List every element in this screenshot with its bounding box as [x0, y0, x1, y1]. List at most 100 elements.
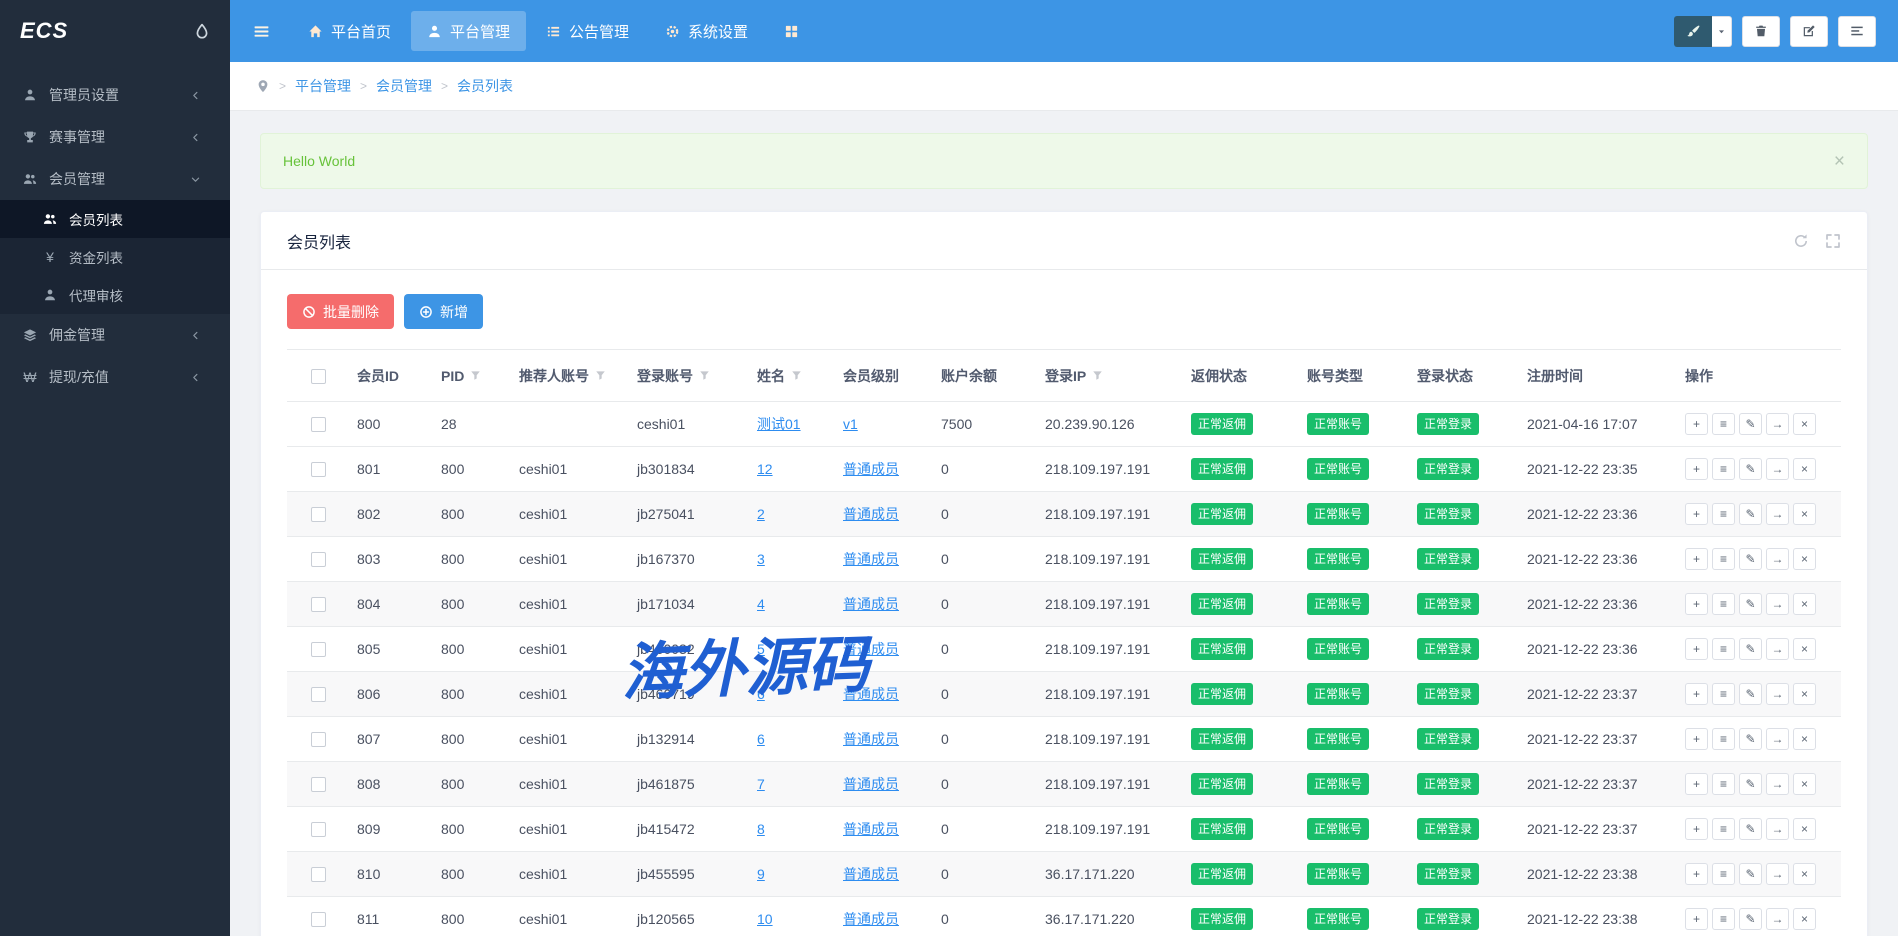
sidebar-item[interactable]: 赛事管理: [0, 116, 230, 158]
row-checkbox[interactable]: [310, 867, 326, 883]
sidebar-item[interactable]: 佣金管理: [0, 314, 230, 356]
action-plus-button[interactable]: +: [1685, 818, 1708, 840]
action-plus-button[interactable]: +: [1685, 683, 1708, 705]
level-link[interactable]: 普通成员: [843, 506, 899, 522]
action-forward-button[interactable]: →: [1766, 593, 1789, 615]
action-edit-button[interactable]: ✎: [1739, 863, 1762, 885]
action-edit-button[interactable]: ✎: [1739, 728, 1762, 750]
action-forward-button[interactable]: →: [1766, 863, 1789, 885]
filter-icon[interactable]: [699, 370, 710, 381]
action-forward-button[interactable]: →: [1766, 503, 1789, 525]
action-forward-button[interactable]: →: [1766, 683, 1789, 705]
name-link[interactable]: 8: [757, 821, 765, 837]
sidebar-subitem[interactable]: 会员列表: [0, 200, 230, 238]
name-link[interactable]: 6: [757, 731, 765, 747]
name-link[interactable]: 4: [757, 596, 765, 612]
theme-dropdown-caret[interactable]: [1712, 15, 1732, 47]
action-menu-button[interactable]: ≡: [1712, 548, 1735, 570]
action-edit-button[interactable]: ✎: [1739, 773, 1762, 795]
action-close-button[interactable]: ×: [1793, 818, 1816, 840]
level-link[interactable]: 普通成员: [843, 551, 899, 567]
action-forward-button[interactable]: →: [1766, 908, 1789, 930]
filter-icon[interactable]: [791, 370, 802, 381]
action-edit-button[interactable]: ✎: [1739, 683, 1762, 705]
action-plus-button[interactable]: +: [1685, 773, 1708, 795]
action-plus-button[interactable]: +: [1685, 638, 1708, 660]
action-menu-button[interactable]: ≡: [1712, 773, 1735, 795]
breadcrumb-item[interactable]: 平台管理: [295, 76, 351, 96]
action-close-button[interactable]: ×: [1793, 593, 1816, 615]
filter-icon[interactable]: [1092, 370, 1103, 381]
row-checkbox[interactable]: [310, 687, 326, 703]
action-close-button[interactable]: ×: [1793, 458, 1816, 480]
action-plus-button[interactable]: +: [1685, 863, 1708, 885]
name-link[interactable]: 测试01: [757, 416, 801, 432]
sidebar-item[interactable]: 会员管理: [0, 158, 230, 200]
name-link[interactable]: 5: [757, 641, 765, 657]
hamburger-icon[interactable]: [238, 0, 284, 62]
action-plus-button[interactable]: +: [1685, 458, 1708, 480]
action-close-button[interactable]: ×: [1793, 413, 1816, 435]
action-close-button[interactable]: ×: [1793, 683, 1816, 705]
action-edit-button[interactable]: ✎: [1739, 458, 1762, 480]
nav-item-apps[interactable]: [768, 11, 815, 51]
action-menu-button[interactable]: ≡: [1712, 593, 1735, 615]
edit-button[interactable]: [1790, 15, 1828, 47]
level-link[interactable]: 普通成员: [843, 776, 899, 792]
action-close-button[interactable]: ×: [1793, 728, 1816, 750]
expand-icon[interactable]: [1825, 233, 1841, 249]
action-forward-button[interactable]: →: [1766, 548, 1789, 570]
action-menu-button[interactable]: ≡: [1712, 818, 1735, 840]
action-plus-button[interactable]: +: [1685, 908, 1708, 930]
level-link[interactable]: 普通成员: [843, 641, 899, 657]
filter-icon[interactable]: [595, 370, 606, 381]
name-link[interactable]: 12: [757, 461, 773, 477]
action-close-button[interactable]: ×: [1793, 638, 1816, 660]
sidebar-subitem[interactable]: 代理审核: [0, 276, 230, 314]
name-link[interactable]: 2: [757, 506, 765, 522]
action-menu-button[interactable]: ≡: [1712, 863, 1735, 885]
action-menu-button[interactable]: ≡: [1712, 458, 1735, 480]
action-forward-button[interactable]: →: [1766, 638, 1789, 660]
nav-item[interactable]: 平台首页: [292, 11, 407, 51]
action-close-button[interactable]: ×: [1793, 773, 1816, 795]
action-plus-button[interactable]: +: [1685, 728, 1708, 750]
select-all-checkbox[interactable]: [310, 368, 326, 384]
nav-item[interactable]: 平台管理: [411, 11, 527, 51]
action-menu-button[interactable]: ≡: [1712, 413, 1735, 435]
row-checkbox[interactable]: [310, 507, 326, 523]
action-menu-button[interactable]: ≡: [1712, 503, 1735, 525]
action-plus-button[interactable]: +: [1685, 413, 1708, 435]
add-button[interactable]: 新增: [404, 294, 483, 329]
action-forward-button[interactable]: →: [1766, 773, 1789, 795]
action-close-button[interactable]: ×: [1793, 503, 1816, 525]
row-checkbox[interactable]: [310, 417, 326, 433]
row-checkbox[interactable]: [310, 822, 326, 838]
breadcrumb-item[interactable]: 会员列表: [457, 76, 513, 96]
level-link[interactable]: 普通成员: [843, 821, 899, 837]
action-close-button[interactable]: ×: [1793, 863, 1816, 885]
level-link[interactable]: 普通成员: [843, 686, 899, 702]
action-plus-button[interactable]: +: [1685, 593, 1708, 615]
name-link[interactable]: 10: [757, 911, 773, 927]
action-forward-button[interactable]: →: [1766, 728, 1789, 750]
row-checkbox[interactable]: [310, 552, 326, 568]
action-edit-button[interactable]: ✎: [1739, 818, 1762, 840]
name-link[interactable]: 9: [757, 866, 765, 882]
list-button[interactable]: [1838, 15, 1876, 47]
name-link[interactable]: 3: [757, 551, 765, 567]
action-menu-button[interactable]: ≡: [1712, 728, 1735, 750]
action-forward-button[interactable]: →: [1766, 818, 1789, 840]
level-link[interactable]: 普通成员: [843, 731, 899, 747]
action-menu-button[interactable]: ≡: [1712, 638, 1735, 660]
action-menu-button[interactable]: ≡: [1712, 908, 1735, 930]
row-checkbox[interactable]: [310, 462, 326, 478]
sidebar-item[interactable]: 管理员设置: [0, 74, 230, 116]
name-link[interactable]: 7: [757, 776, 765, 792]
row-checkbox[interactable]: [310, 597, 326, 613]
batch-delete-button[interactable]: 批量删除: [287, 294, 394, 329]
level-link[interactable]: v1: [843, 416, 858, 432]
action-forward-button[interactable]: →: [1766, 413, 1789, 435]
name-link[interactable]: 6: [757, 686, 765, 702]
action-edit-button[interactable]: ✎: [1739, 503, 1762, 525]
